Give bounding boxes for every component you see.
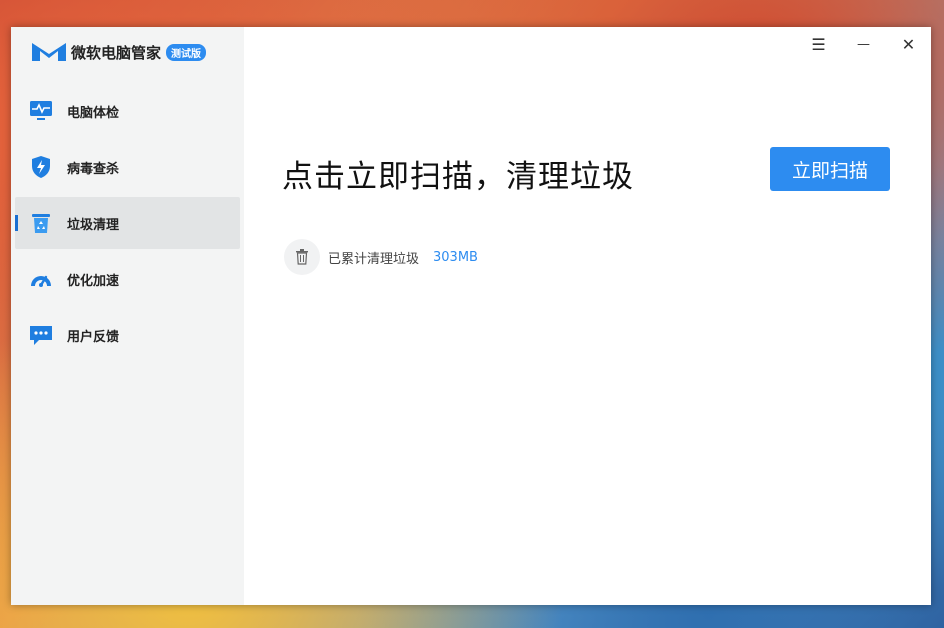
trash-icon bbox=[284, 239, 320, 275]
beta-badge: 测试版 bbox=[166, 43, 207, 61]
app-title: 微软电脑管家 bbox=[71, 43, 162, 62]
close-icon: ✕ bbox=[901, 34, 916, 54]
sidebar-item-label: 用户反馈 bbox=[67, 329, 120, 345]
scan-now-button[interactable]: 立即扫描 bbox=[770, 147, 890, 191]
sidebar-item-virus-scan[interactable]: 病毒查杀 bbox=[15, 141, 240, 193]
stats-value: 303MB bbox=[433, 249, 478, 265]
speedometer-icon bbox=[29, 267, 53, 291]
sidebar: 微软电脑管家 测试版 电脑体检 病毒查杀 垃圾清理 优化加速 用户反馈 bbox=[11, 27, 244, 605]
minimize-button[interactable]: — bbox=[841, 27, 886, 61]
app-logo-icon bbox=[32, 43, 66, 61]
sidebar-item-feedback[interactable]: 用户反馈 bbox=[15, 309, 240, 361]
cleaned-stats: 已累计清理垃圾 303MB bbox=[284, 239, 478, 275]
sidebar-item-label: 优化加速 bbox=[67, 273, 120, 289]
sidebar-item-optimize[interactable]: 优化加速 bbox=[15, 253, 240, 305]
menu-button[interactable]: ☰ bbox=[796, 27, 841, 61]
stats-label: 已累计清理垃圾 bbox=[328, 251, 420, 267]
app-window: 微软电脑管家 测试版 电脑体检 病毒查杀 垃圾清理 优化加速 用户反馈 ☰ — … bbox=[11, 27, 931, 605]
sidebar-item-label: 电脑体检 bbox=[67, 105, 120, 121]
recycle-bin-icon bbox=[29, 211, 53, 235]
close-button[interactable]: ✕ bbox=[886, 27, 931, 61]
minimize-icon: — bbox=[857, 36, 870, 52]
sidebar-item-label: 垃圾清理 bbox=[67, 217, 120, 233]
titlebar-controls: ☰ — ✕ bbox=[796, 27, 931, 61]
sidebar-item-junk-clean[interactable]: 垃圾清理 bbox=[15, 197, 240, 249]
shield-bolt-icon bbox=[29, 155, 53, 179]
main-panel: ☰ — ✕ 点击立即扫描，清理垃圾 立即扫描 已累计清理垃圾 303MB bbox=[244, 27, 931, 605]
sidebar-item-label: 病毒查杀 bbox=[67, 161, 120, 177]
brand: 微软电脑管家 测试版 bbox=[11, 27, 244, 77]
sidebar-nav: 电脑体检 病毒查杀 垃圾清理 优化加速 用户反馈 bbox=[11, 85, 244, 361]
page-headline: 点击立即扫描，清理垃圾 bbox=[282, 159, 634, 195]
sidebar-item-health-check[interactable]: 电脑体检 bbox=[15, 85, 240, 137]
menu-icon: ☰ bbox=[811, 34, 826, 54]
chat-bubble-icon bbox=[29, 323, 53, 347]
monitor-pulse-icon bbox=[29, 99, 53, 123]
